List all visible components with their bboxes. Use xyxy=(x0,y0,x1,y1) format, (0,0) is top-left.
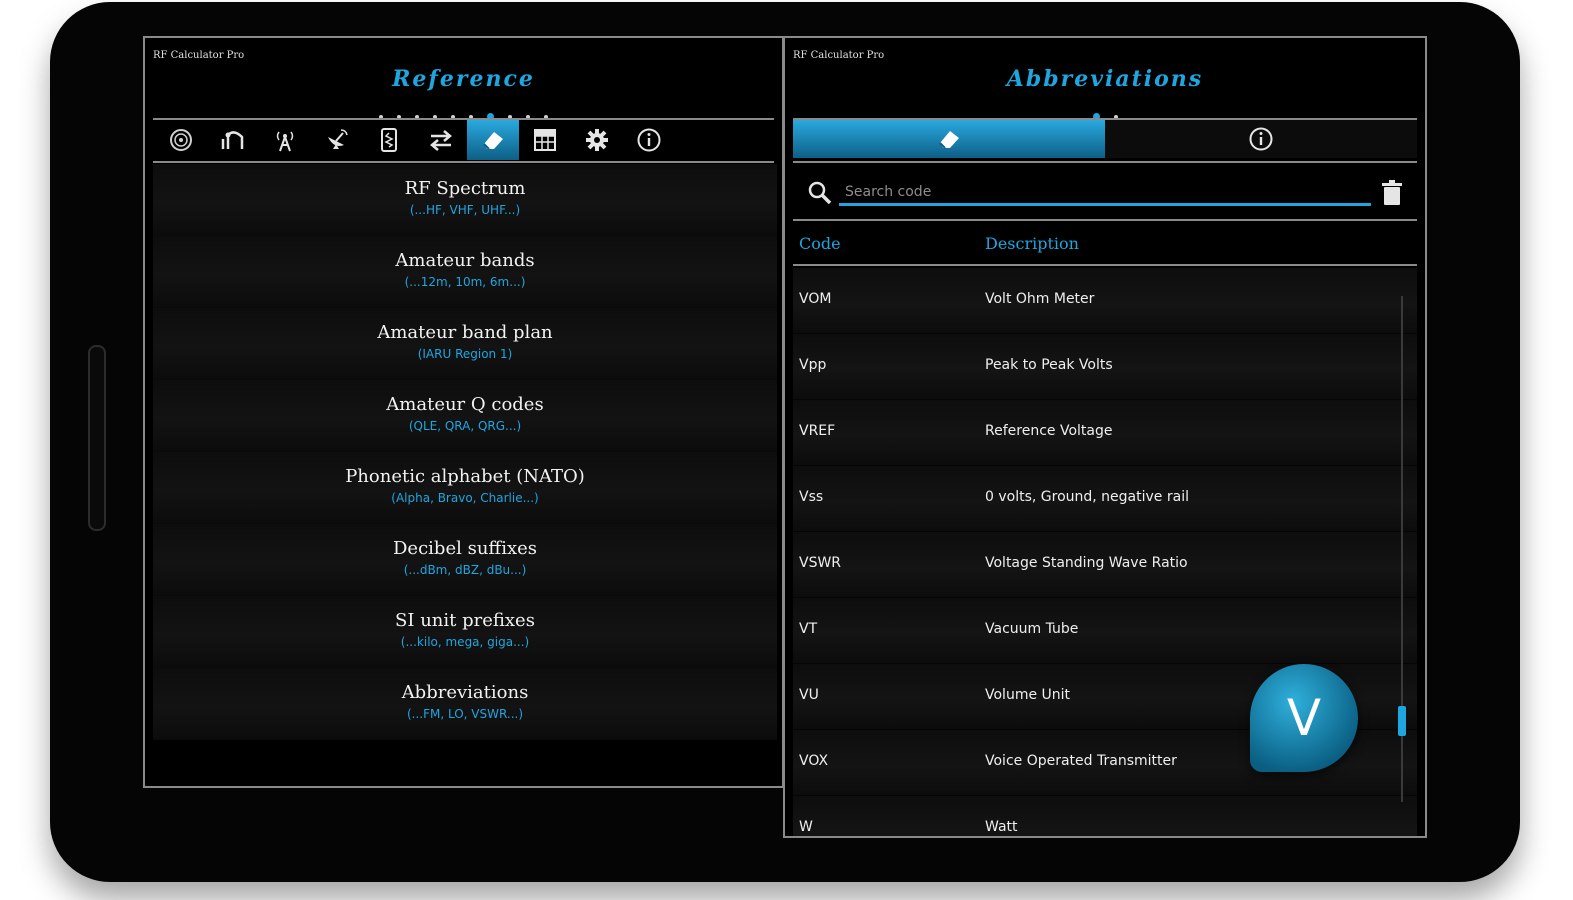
reference-list-item[interactable]: Amateur band plan (IARU Region 1) xyxy=(153,308,777,380)
gear-icon[interactable] xyxy=(571,120,623,160)
abbreviation-code: VSWR xyxy=(799,555,842,571)
abbreviation-code: Vss xyxy=(799,489,824,505)
antenna-icon[interactable] xyxy=(259,120,311,160)
reference-item-title: Decibel suffixes xyxy=(393,538,537,559)
satellite-dish-icon[interactable] xyxy=(311,120,363,160)
swap-arrows-icon[interactable] xyxy=(415,120,467,160)
reference-item-title: RF Spectrum xyxy=(404,178,526,199)
abbreviation-description: Reference Voltage xyxy=(985,423,1113,439)
app-logo-badge: V xyxy=(1250,664,1358,772)
abbreviation-description: Watt xyxy=(985,819,1018,835)
search-bar xyxy=(793,170,1417,218)
table-icon[interactable] xyxy=(519,120,571,160)
reference-item-subtitle: (...kilo, mega, giga...) xyxy=(400,635,530,649)
tablet-side-button xyxy=(88,345,106,531)
table-row[interactable]: VREF Reference Voltage xyxy=(793,400,1417,466)
reference-list-item[interactable]: SI unit prefixes (...kilo, mega, giga...) xyxy=(153,596,777,668)
badge-letter: V xyxy=(1286,689,1322,747)
eraser-icon xyxy=(939,131,959,149)
abbreviation-description: Voltage Standing Wave Ratio xyxy=(985,555,1188,571)
table-row[interactable]: VSWR Voltage Standing Wave Ratio xyxy=(793,532,1417,598)
reference-item-subtitle: (...12m, 10m, 6m...) xyxy=(404,275,526,289)
trash-icon[interactable] xyxy=(1381,180,1403,206)
search-input[interactable] xyxy=(839,180,1371,206)
column-header-description[interactable]: Description xyxy=(985,234,1079,253)
reference-list-item[interactable]: RF Spectrum (...HF, VHF, UHF...) xyxy=(153,164,777,236)
page-indicator xyxy=(145,106,782,120)
category-toolbar xyxy=(153,120,777,160)
app-name: RF Calculator Pro xyxy=(793,50,885,61)
signal-curve-icon[interactable] xyxy=(207,120,259,160)
divider xyxy=(793,219,1417,221)
app-name: RF Calculator Pro xyxy=(153,50,245,61)
reference-item-subtitle: (QLE, QRA, QRG...) xyxy=(408,419,522,433)
reference-item-subtitle: (Alpha, Bravo, Charlie...) xyxy=(391,491,539,505)
reference-list: RF Spectrum (...HF, VHF, UHF...) Amateur b… xyxy=(153,164,777,740)
reference-item-title: Amateur band plan xyxy=(377,322,553,343)
reference-item-title: Abbreviations xyxy=(401,682,529,703)
reference-item-subtitle: (...HF, VHF, UHF...) xyxy=(409,203,521,217)
divider xyxy=(153,161,774,163)
abbreviation-code: VREF xyxy=(799,423,836,439)
reference-list-item[interactable]: Phonetic alphabet (NATO) (Alpha, Bravo, C… xyxy=(153,452,777,524)
info-icon xyxy=(1249,127,1273,151)
abbreviation-description: Vacuum Tube xyxy=(985,621,1079,637)
abbreviation-code: VOX xyxy=(799,753,829,769)
divider xyxy=(793,264,1417,266)
page-indicator xyxy=(785,106,1425,120)
info-icon[interactable] xyxy=(623,120,675,160)
search-icon xyxy=(808,181,832,205)
table-row[interactable]: VT Vacuum Tube xyxy=(793,598,1417,664)
table-row[interactable]: VOM Volt Ohm Meter xyxy=(793,268,1417,334)
reference-item-subtitle: (IARU Region 1) xyxy=(417,347,513,361)
screen-title: Abbreviations xyxy=(1006,66,1204,92)
abbreviation-code: W xyxy=(799,819,813,835)
reference-item-title: Phonetic alphabet (NATO) xyxy=(345,466,585,487)
table-row[interactable]: Vss 0 volts, Ground, negative rail xyxy=(793,466,1417,532)
abbreviation-description: Peak to Peak Volts xyxy=(985,357,1113,373)
reference-list-item[interactable]: Decibel suffixes (...dBm, dBZ, dBu...) xyxy=(153,524,777,596)
reference-panel: RF Calculator Pro Reference RF Spectrum … xyxy=(143,36,784,788)
reference-item-title: SI unit prefixes xyxy=(395,610,535,631)
abbreviation-description: Volt Ohm Meter xyxy=(985,291,1095,307)
radio-icon[interactable] xyxy=(155,120,207,160)
reference-list-item[interactable]: Amateur bands (...12m, 10m, 6m...) xyxy=(153,236,777,308)
abbreviation-description: Voice Operated Transmitter xyxy=(985,753,1177,769)
table-row[interactable]: W Watt xyxy=(793,796,1417,836)
table-row[interactable]: Vpp Peak to Peak Volts xyxy=(793,334,1417,400)
abbreviation-code: VOM xyxy=(799,291,832,307)
reference-item-title: Amateur Q codes xyxy=(386,394,544,415)
eraser-icon[interactable] xyxy=(467,120,519,160)
reference-item-subtitle: (...dBm, dBZ, dBu...) xyxy=(403,563,527,577)
reference-list-item[interactable]: Abbreviations (...FM, LO, VSWR...) xyxy=(153,668,777,740)
reference-item-subtitle: (...FM, LO, VSWR...) xyxy=(406,707,524,721)
abbreviation-code: VU xyxy=(799,687,819,703)
screen-title: Reference xyxy=(392,66,535,92)
table-header: Code Description xyxy=(793,222,1417,264)
abbreviation-description: Volume Unit xyxy=(985,687,1071,703)
tab-bar xyxy=(793,120,1417,158)
resistor-icon[interactable] xyxy=(363,120,415,160)
tab-info[interactable] xyxy=(1105,120,1417,158)
abbreviation-code: VT xyxy=(799,621,818,637)
reference-list-item[interactable]: Amateur Q codes (QLE, QRA, QRG...) xyxy=(153,380,777,452)
column-header-code[interactable]: Code xyxy=(799,234,841,253)
scrollbar-thumb[interactable] xyxy=(1398,706,1406,736)
abbreviation-description: 0 volts, Ground, negative rail xyxy=(985,489,1189,505)
reference-item-title: Amateur bands xyxy=(395,250,535,271)
divider xyxy=(793,161,1417,163)
abbreviation-code: Vpp xyxy=(799,357,827,373)
tab-abbreviations[interactable] xyxy=(793,120,1105,158)
